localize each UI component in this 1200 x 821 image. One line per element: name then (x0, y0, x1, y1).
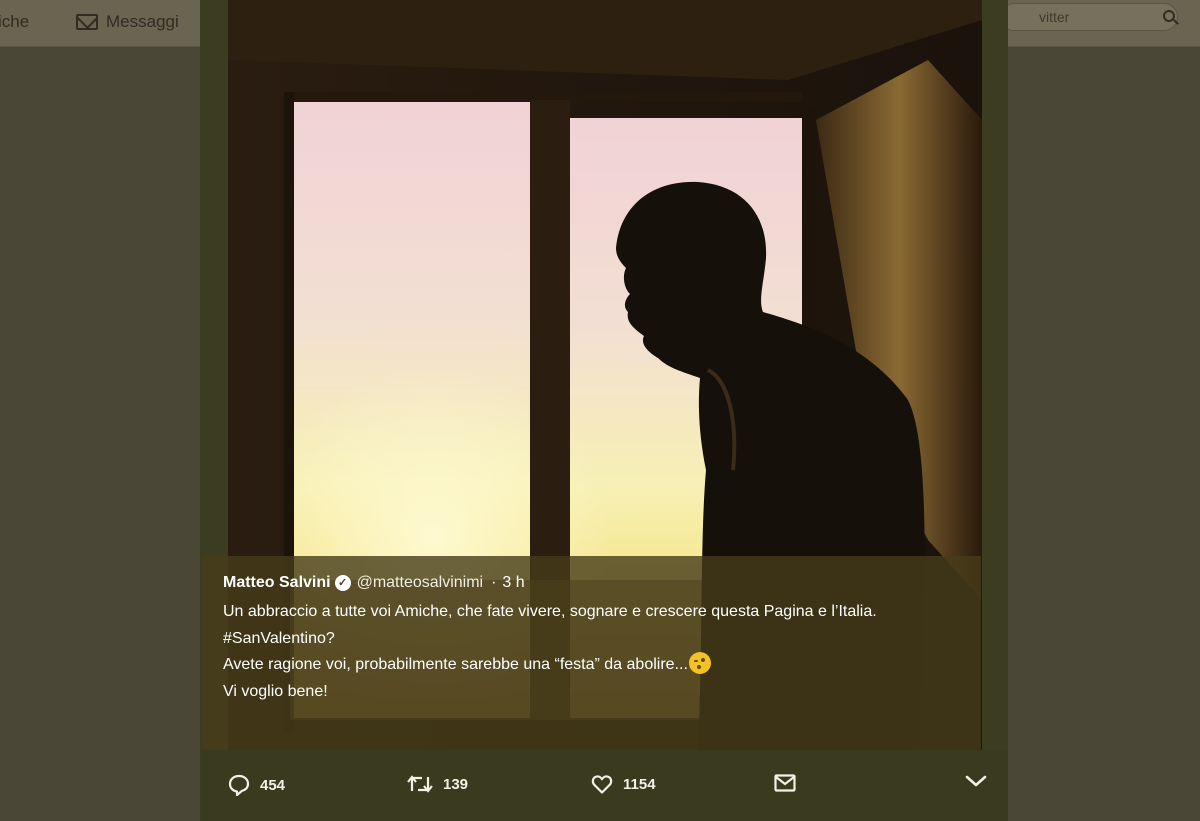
winking-face-emoji-icon (688, 652, 711, 674)
nav-messages-label: Messaggi (106, 12, 179, 31)
tweet-line-3-text: Avete ragione voi, probabilmente sarebbe… (223, 656, 688, 673)
direct-message-button[interactable] (774, 774, 796, 792)
tweet-actions-bar: 454 139 1154 (202, 750, 1008, 821)
nav-messages[interactable]: Messaggi (76, 8, 179, 36)
nav-notifications-label: iche (0, 12, 30, 31)
author-name[interactable]: Matteo Salvini (223, 572, 331, 594)
tweet-line-3: Avete ragione voi, probabilmente sarebbe… (223, 652, 963, 679)
like-button[interactable]: 1154 (591, 774, 656, 794)
tweet-line-4: Vi voglio bene! (223, 682, 328, 700)
author-handle[interactable]: @matteosalvinimi (357, 572, 484, 594)
search-icon[interactable] (1163, 10, 1175, 22)
tweet-header: Matteo Salvini ✓ @matteosalvinimi · 3 h (223, 572, 981, 594)
tweet-caption-overlay: Matteo Salvini ✓ @matteosalvinimi · 3 h … (202, 556, 981, 750)
tweet-text: Un abbraccio a tutte voi Amiche, che fat… (223, 599, 963, 705)
search-placeholder: vitter (1039, 9, 1070, 25)
nav-notifications[interactable]: iche (0, 8, 29, 36)
hashtag-link[interactable]: #SanValentino? (223, 626, 963, 653)
more-options-button[interactable] (965, 774, 987, 788)
header-separator: · (491, 574, 497, 591)
search-input[interactable]: vitter (1000, 3, 1178, 31)
retweet-arrows-icon (407, 774, 433, 794)
reply-count: 454 (260, 776, 286, 794)
chevron-down-icon (965, 774, 987, 788)
reply-button[interactable]: 454 (228, 774, 285, 796)
envelope-icon (76, 14, 98, 30)
like-count: 1154 (623, 775, 656, 793)
speech-bubble-icon (228, 774, 250, 796)
retweet-button[interactable]: 139 (407, 774, 468, 794)
heart-icon (591, 774, 613, 794)
verified-badge-icon: ✓ (334, 575, 351, 591)
retweet-count: 139 (443, 775, 469, 793)
tweet-line-1: Un abbraccio a tutte voi Amiche, che fat… (223, 603, 877, 620)
tweet-timestamp[interactable]: 3 h (502, 572, 524, 594)
envelope-icon (774, 774, 796, 792)
